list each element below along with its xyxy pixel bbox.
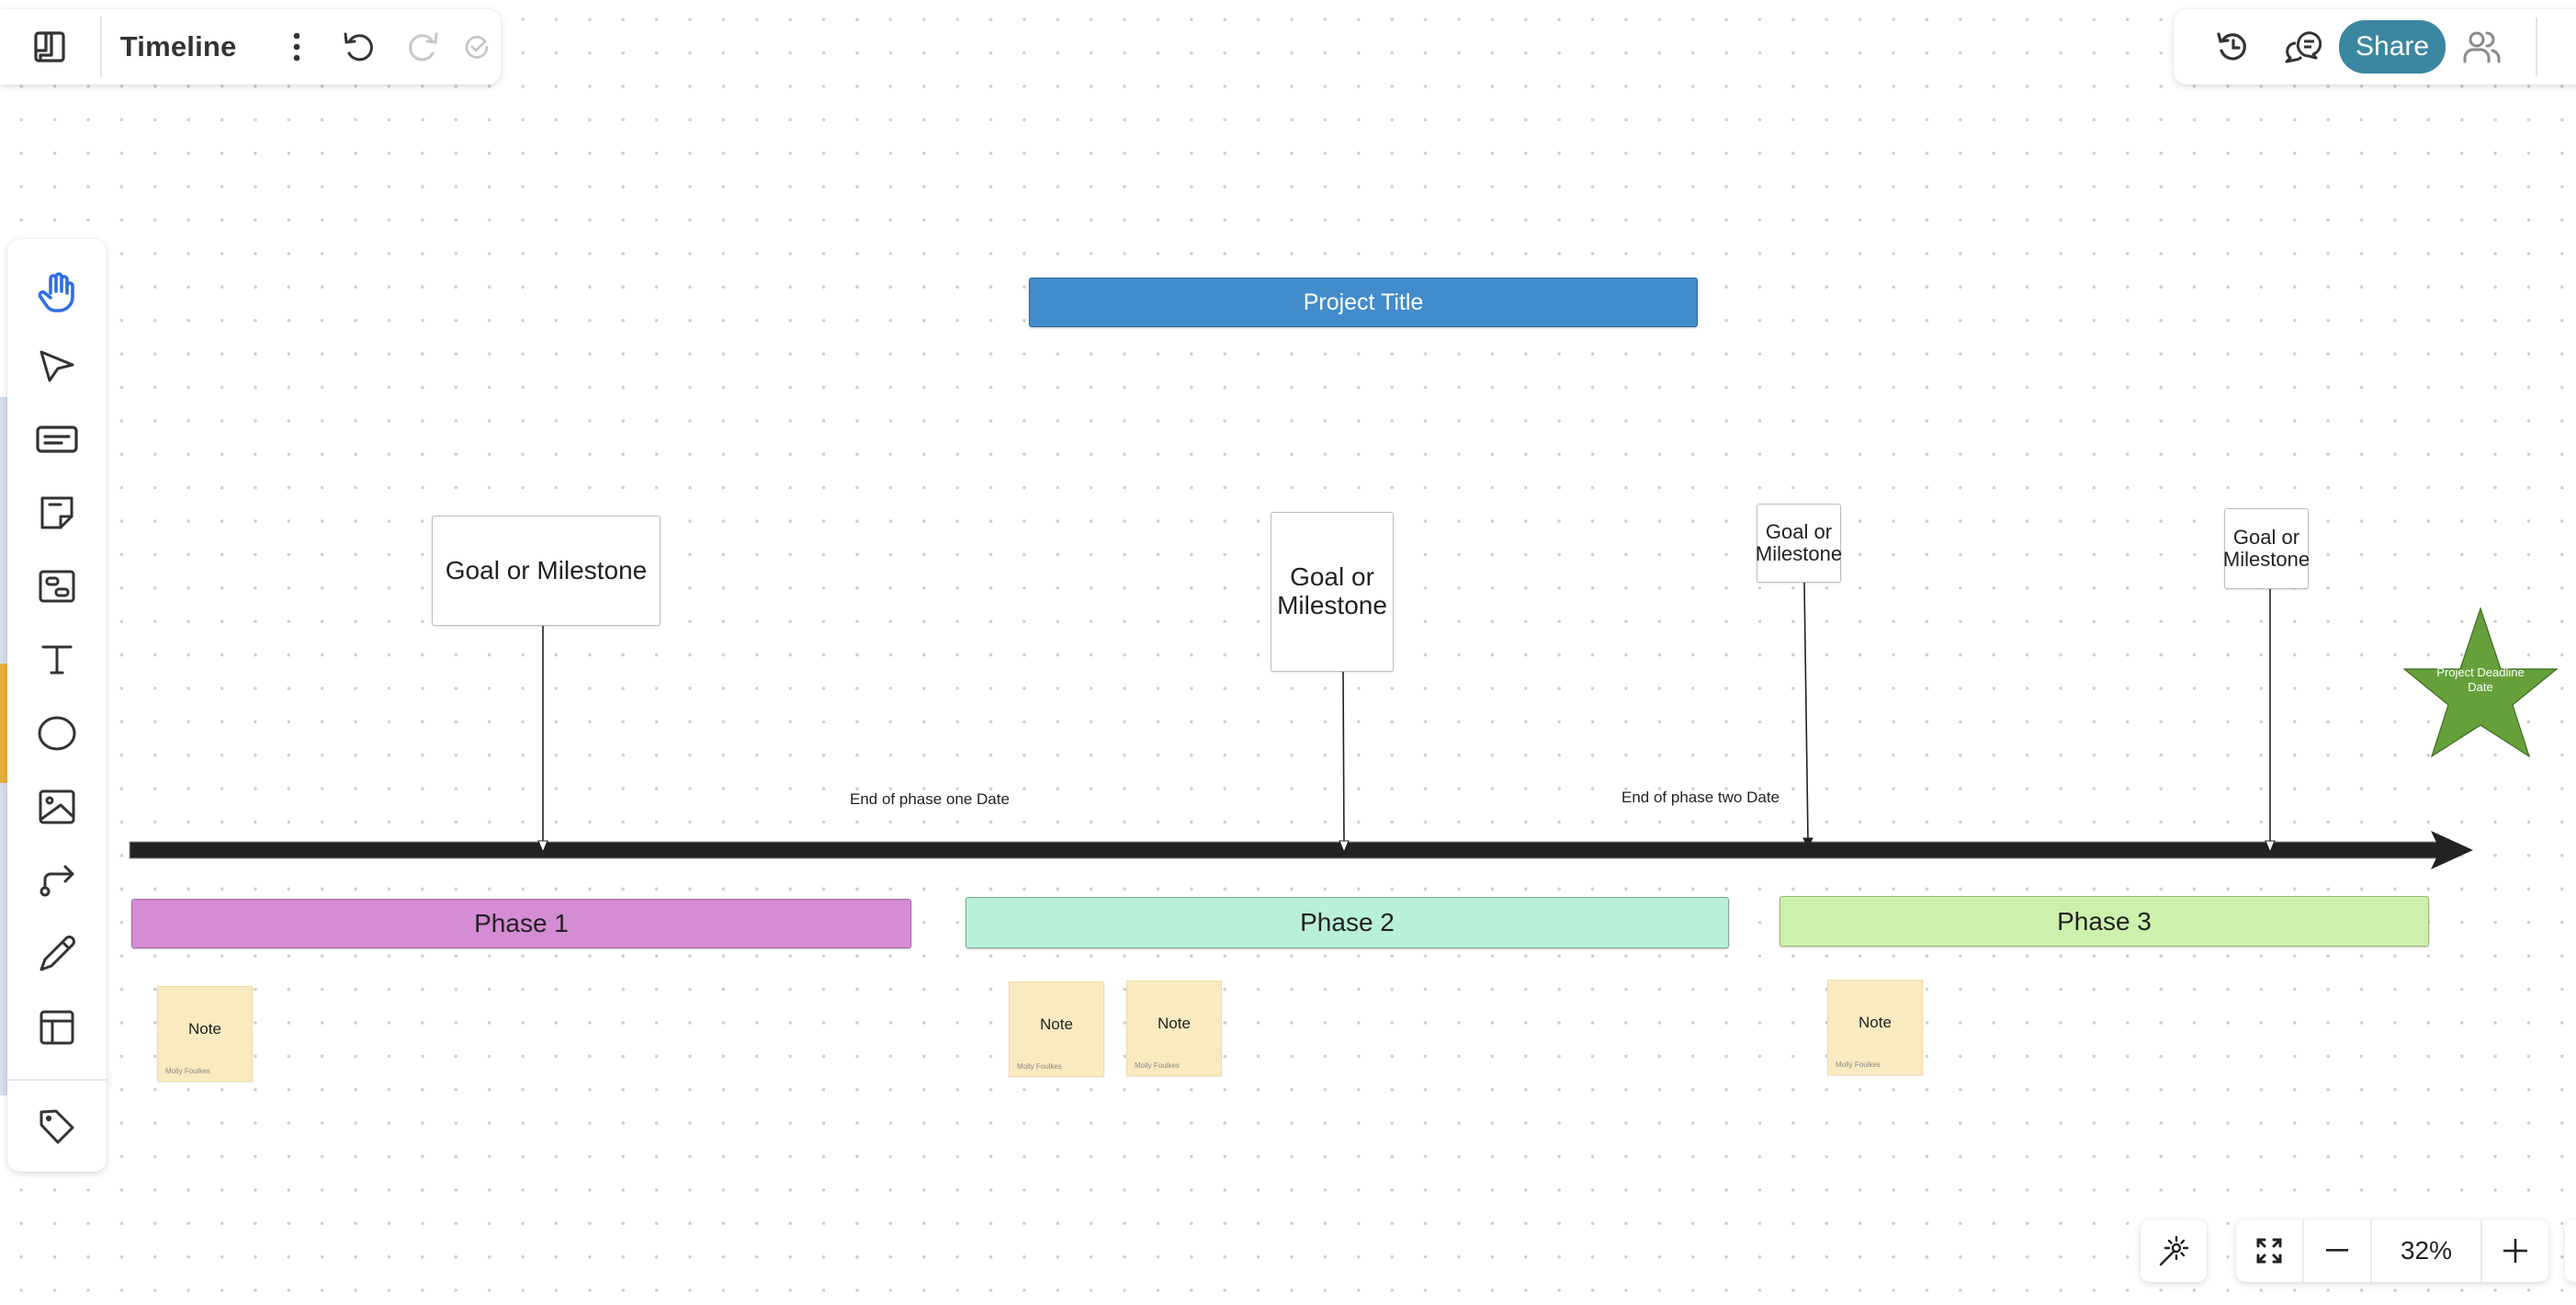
sticky-note[interactable]: Note Molly Foulkes (1827, 980, 1923, 1075)
text-box-tool[interactable] (24, 406, 90, 472)
more-vertical-icon (293, 32, 300, 62)
hand-icon (38, 272, 74, 312)
milestone-connector[interactable] (1339, 671, 1350, 854)
board-logo-icon (34, 31, 65, 62)
note-author: Molly Foulkes (1836, 1061, 1881, 1069)
milestone-text: Goal or Milestone (445, 555, 648, 584)
connector-tool[interactable] (24, 847, 90, 914)
select-tool[interactable] (24, 333, 90, 399)
fit-to-screen-button[interactable] (2236, 1220, 2304, 1282)
shape-tool[interactable] (24, 700, 90, 766)
sticky-note[interactable]: Note Molly Foulkes (157, 986, 253, 1082)
phase-end-label[interactable]: End of phase one Date (850, 790, 1010, 809)
sticky-note[interactable]: Note Molly Foulkes (1009, 982, 1104, 1077)
phase-bar[interactable]: Phase 2 (966, 897, 1729, 948)
milestone-box[interactable]: Goal or Milestone (1755, 504, 1843, 583)
comments-button[interactable] (2278, 23, 2326, 71)
board-title[interactable]: Timeline (120, 30, 237, 63)
collaborators-button[interactable] (2458, 23, 2506, 71)
zoom-in-button[interactable] (2482, 1220, 2548, 1282)
milestone-text: Goal or Milestone (1277, 562, 1387, 619)
phase-bar[interactable]: Phase 3 (1779, 896, 2429, 947)
milestone-box[interactable]: Goal or Milestone (1271, 512, 1394, 672)
save-status (454, 23, 501, 71)
text-tool[interactable] (24, 627, 90, 693)
project-title-text: Project Title (1303, 289, 1424, 315)
history-button[interactable] (2209, 23, 2256, 71)
deadline-label: Project Deadline Date (2436, 665, 2525, 695)
sticky-note-icon (40, 496, 73, 529)
toolbar-divider (7, 1079, 107, 1081)
board-header: Timeline (0, 9, 501, 85)
milestone-connector[interactable] (2265, 589, 2276, 854)
project-title-shape[interactable]: Project Title (1029, 278, 1698, 327)
comments-icon (2285, 31, 2322, 63)
card-icon (39, 570, 75, 603)
undo-icon (344, 32, 373, 62)
pencil-icon (40, 936, 75, 971)
zoom-out-button[interactable] (2304, 1220, 2372, 1282)
image-icon (39, 789, 75, 824)
undo-button[interactable] (335, 23, 382, 71)
redo-icon (409, 32, 438, 62)
tag-tool[interactable] (24, 1094, 90, 1160)
note-author: Molly Foulkes (1017, 1062, 1062, 1071)
phase-label: Phase 2 (1300, 908, 1395, 936)
phase-bar[interactable]: Phase 1 (131, 899, 911, 948)
note-text: Note (188, 1020, 221, 1038)
zoom-controls: 32% (2236, 1220, 2548, 1282)
hand-tool[interactable] (24, 259, 90, 325)
card-tool[interactable] (24, 553, 90, 619)
text-icon (41, 645, 73, 675)
phase-end-label[interactable]: End of phase two Date (1621, 789, 1779, 807)
fit-screen-icon (2256, 1238, 2282, 1264)
note-text: Note (1859, 1014, 1892, 1031)
sticky-note[interactable]: Note Molly Foulkes (1126, 981, 1222, 1076)
note-author: Molly Foulkes (165, 1067, 210, 1075)
sticky-note-tool[interactable] (24, 480, 90, 546)
text-box-icon (36, 426, 78, 453)
note-author: Molly Foulkes (1135, 1061, 1180, 1070)
layout-icon (40, 1010, 74, 1045)
magic-wand-icon (2159, 1235, 2189, 1266)
connector-icon (40, 865, 74, 897)
collaboration-bar: Share (2174, 9, 2576, 85)
tool-palette (7, 239, 107, 1172)
board-menu-button[interactable] (0, 17, 102, 77)
saved-check-icon (466, 36, 489, 59)
zoom-level-value: 32% (2400, 1236, 2453, 1265)
timeline-arrow[interactable] (129, 831, 2473, 869)
collaborators-icon (2463, 31, 2501, 63)
milestone-box[interactable]: Goal or Milestone (2222, 508, 2310, 589)
magic-button[interactable] (2141, 1220, 2207, 1282)
share-button[interactable]: Share (2339, 20, 2446, 74)
tag-icon (40, 1109, 74, 1144)
phase-label: Phase 1 (474, 909, 569, 937)
offscreen-panel (2565, 1220, 2576, 1282)
milestone-box[interactable]: Goal or Milestone (432, 516, 661, 626)
milestone-connector[interactable] (1802, 582, 1813, 849)
template-tool[interactable] (24, 994, 90, 1061)
zoom-level[interactable]: 32% (2372, 1220, 2482, 1282)
image-tool[interactable] (24, 774, 90, 840)
circle-icon (38, 716, 76, 751)
minus-icon (2326, 1249, 2348, 1252)
milestone-text: Goal or Milestone (1755, 519, 1843, 565)
note-text: Note (1158, 1015, 1191, 1032)
plus-icon (2503, 1239, 2527, 1263)
note-text: Note (1040, 1016, 1073, 1033)
phase-label: Phase 3 (2057, 906, 2152, 936)
more-button[interactable] (273, 23, 320, 71)
redo-button[interactable] (399, 23, 446, 71)
pen-tool[interactable] (24, 921, 90, 987)
milestone-text: Goal or Milestone (2222, 525, 2310, 571)
history-icon (2217, 32, 2246, 61)
milestone-connector[interactable] (537, 626, 548, 854)
pointer-icon (40, 350, 74, 382)
toolbar-divider (2536, 17, 2538, 76)
